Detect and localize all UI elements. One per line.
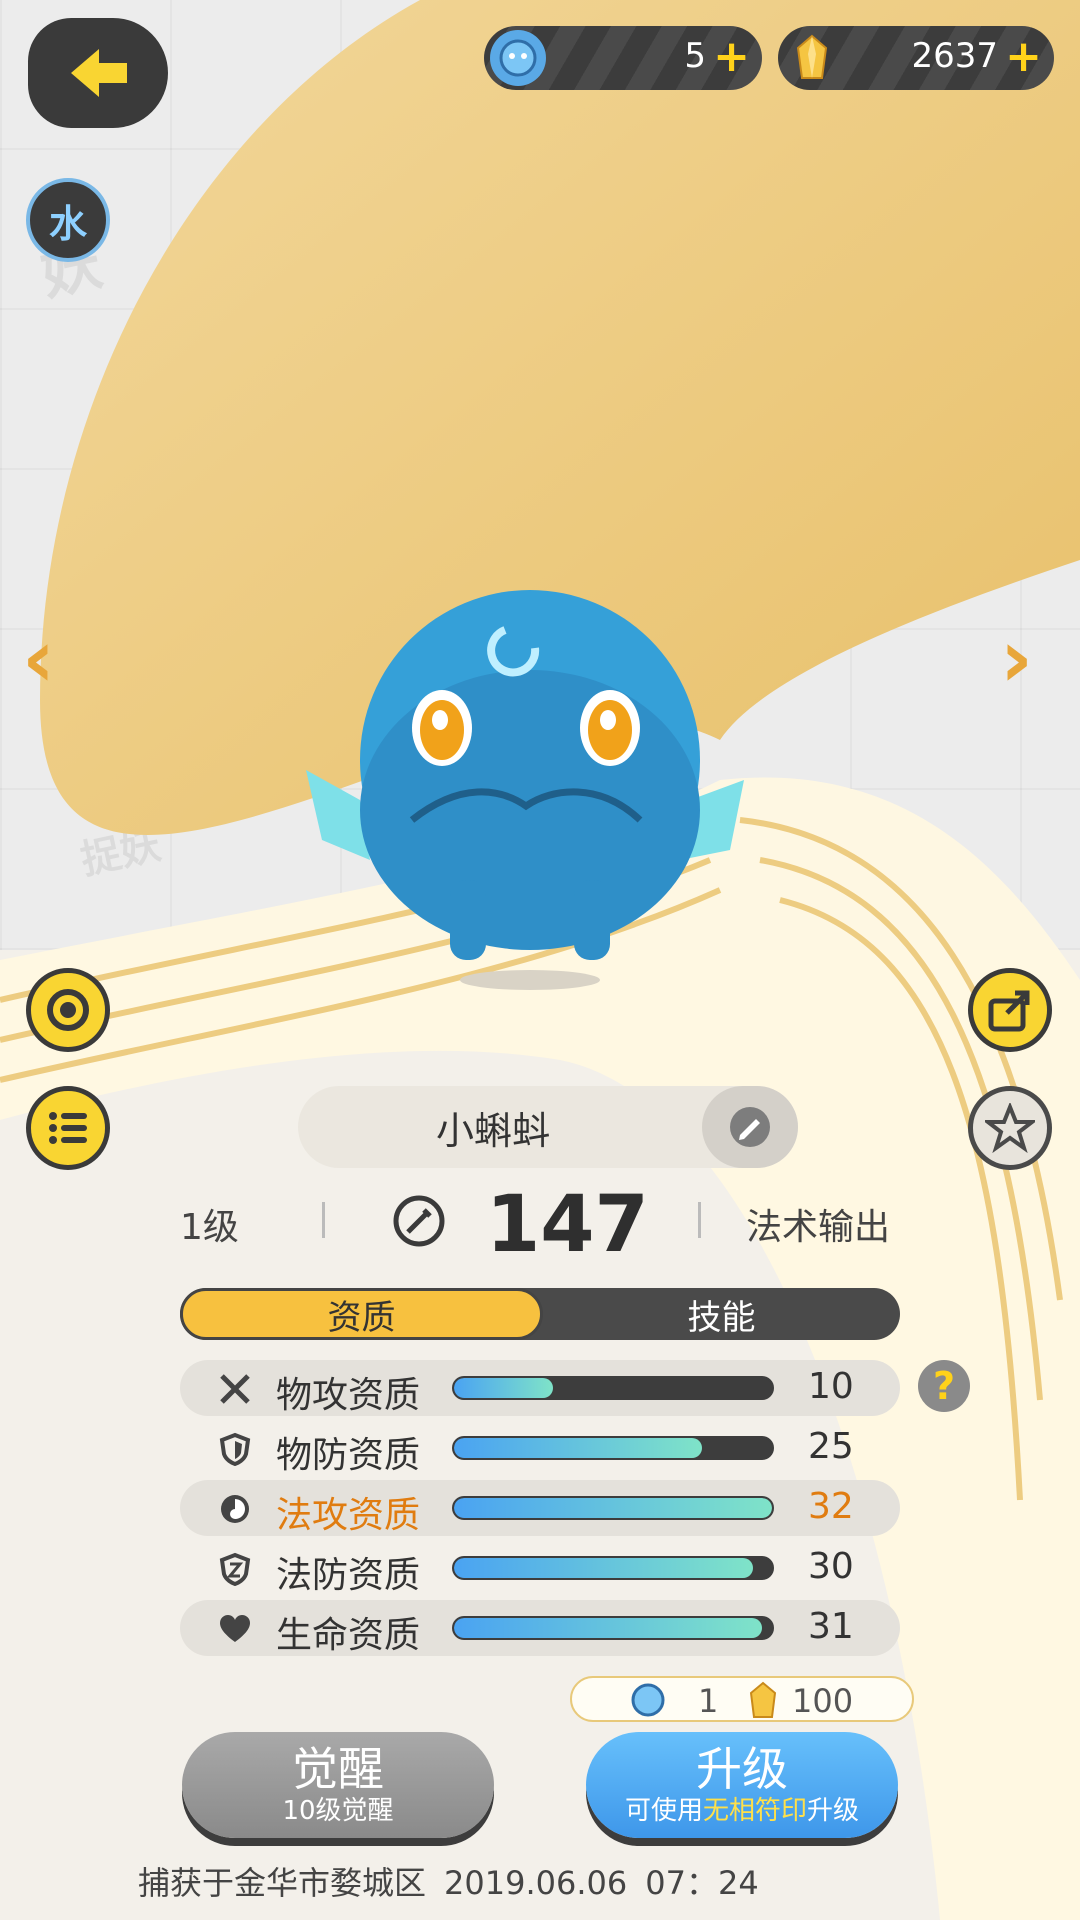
orb-cost: 1 [698, 1682, 719, 1720]
list-icon [49, 1112, 87, 1144]
share-icon [988, 990, 1030, 1032]
tab-aptitude-label: 资质 [327, 1297, 396, 1338]
awaken-button[interactable]: 觉醒 10级觉醒 [182, 1732, 494, 1838]
upgrade-label: 升级 [696, 1742, 788, 1796]
aptitude-value: 32 [808, 1486, 854, 1527]
back-arrow-icon [71, 49, 127, 97]
pencil-icon [730, 1107, 770, 1147]
blue-orb-icon [631, 1683, 665, 1717]
swap-button[interactable] [26, 968, 110, 1052]
aptitude-label: 法防资质 [276, 1555, 421, 1596]
upgrade-cost: 1 100 [570, 1676, 914, 1722]
crossed-swords-icon [218, 1372, 252, 1406]
orb-currency[interactable]: 5 + [484, 26, 762, 90]
back-button[interactable] [28, 18, 168, 128]
aptitude-bar [452, 1436, 774, 1460]
element-badge: 水 [26, 178, 110, 262]
aptitude-label: 法攻资质 [276, 1495, 421, 1536]
element-badge-text: 水 [48, 201, 87, 246]
aptitude-bar-fill [454, 1618, 763, 1638]
aptitude-row: 法防资质 30 [180, 1540, 900, 1596]
capture-place: 捕获于金华市婺城区 [138, 1864, 427, 1902]
awaken-sublabel: 10级觉醒 [282, 1796, 394, 1826]
gold-crystal-icon [784, 30, 840, 86]
pet-model [306, 590, 744, 990]
rename-button[interactable] [702, 1086, 798, 1168]
list-button[interactable] [26, 1086, 110, 1170]
aptitude-label: 物防资质 [276, 1435, 421, 1476]
aptitude-bar [452, 1616, 774, 1640]
tab-skills[interactable]: 技能 [543, 1288, 900, 1340]
aptitude-bar [452, 1496, 774, 1520]
capture-date: 2019.06.06 [444, 1864, 628, 1902]
tab-aptitude[interactable]: 资质 [180, 1288, 543, 1340]
next-pet-arrow[interactable]: › [1000, 612, 1033, 705]
aptitude-bar-fill [454, 1438, 703, 1458]
shield-icon [218, 1432, 252, 1466]
star-icon [985, 1103, 1035, 1153]
capture-time: 07：24 [645, 1864, 759, 1902]
heart-icon [218, 1612, 252, 1646]
aptitude-label: 生命资质 [276, 1615, 421, 1656]
combat-power-icon [393, 1195, 445, 1247]
pet-summary: 1级 147 法术输出 [0, 1180, 1080, 1270]
aptitude-value: 31 [808, 1606, 854, 1647]
share-button[interactable] [968, 968, 1052, 1052]
upgrade-button[interactable]: 升级 可使用无相符印升级 [586, 1732, 898, 1838]
aptitude-value: 10 [808, 1366, 854, 1407]
question-icon: ? [932, 1364, 956, 1408]
help-button[interactable]: ? [918, 1360, 970, 1412]
aptitude-label: 物攻资质 [276, 1375, 421, 1416]
pet-level: 1级 [180, 1207, 239, 1248]
aptitude-bar-fill [454, 1558, 753, 1578]
pet-role: 法术输出 [746, 1207, 891, 1248]
magic-swirl-icon [218, 1492, 252, 1526]
capture-info: 捕获于金华市婺城区 2019.06.06 07：24 [138, 1858, 777, 1904]
crystal-currency[interactable]: 2637 + [778, 26, 1054, 90]
aptitude-value: 30 [808, 1546, 854, 1587]
aptitude-row: 法攻资质 32 [180, 1480, 900, 1536]
aptitude-row: 物攻资质 10 [180, 1360, 900, 1416]
add-orb-button[interactable]: + [713, 32, 750, 82]
upgrade-sublabel: 可使用无相符印升级 [625, 1795, 859, 1827]
upgrade-sub-prefix: 可使用 [624, 1796, 703, 1826]
pet-name-bar: 小蝌蚪 [298, 1086, 798, 1168]
orb-count: 5 [684, 36, 706, 76]
aptitude-bar-fill [454, 1498, 772, 1518]
upgrade-sub-highlight: 无相符印 [702, 1796, 807, 1826]
prev-pet-arrow[interactable]: ‹ [22, 612, 55, 705]
blue-orb-icon [490, 30, 546, 86]
aptitude-row: 物防资质 25 [180, 1420, 900, 1476]
tab-skills-label: 技能 [687, 1297, 756, 1338]
combat-power: 147 [486, 1180, 649, 1270]
upgrade-sub-suffix: 升级 [807, 1796, 860, 1826]
aptitude-bar [452, 1376, 774, 1400]
magic-shield-icon [218, 1552, 252, 1586]
pet-name: 小蝌蚪 [435, 1108, 550, 1153]
awaken-label: 觉醒 [292, 1742, 384, 1796]
aptitude-bar [452, 1556, 774, 1580]
crystal-count: 2637 [911, 36, 998, 76]
detail-tabs: 资质 技能 [180, 1288, 900, 1340]
aptitude-bar-fill [454, 1378, 553, 1398]
refresh-icon [47, 989, 89, 1031]
aptitude-row: 生命资质 31 [180, 1600, 900, 1656]
crystal-cost: 100 [792, 1682, 854, 1720]
add-crystal-button[interactable]: + [1005, 32, 1042, 82]
divider [322, 1202, 325, 1238]
gold-crystal-icon [749, 1681, 777, 1718]
divider [698, 1202, 701, 1238]
favorite-button[interactable] [968, 1086, 1052, 1170]
aptitude-value: 25 [808, 1426, 854, 1467]
